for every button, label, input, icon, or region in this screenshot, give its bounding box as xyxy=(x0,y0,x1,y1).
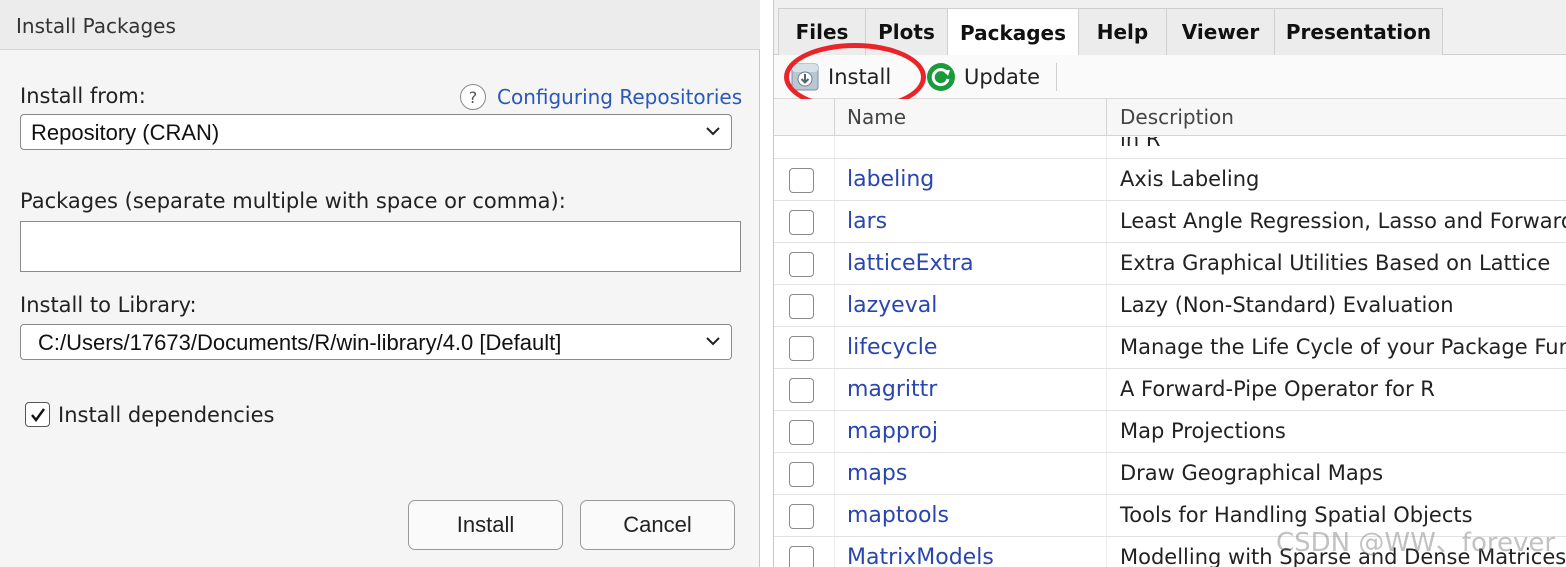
toolbar-separator xyxy=(1056,63,1057,91)
row-description: Tools for Handling Spatial Objects xyxy=(1120,503,1473,527)
configuring-repositories-link[interactable]: ? Configuring Repositories xyxy=(460,84,742,110)
library-select[interactable]: C:/Users/17673/Documents/R/win-library/4… xyxy=(20,324,732,360)
row-package-name[interactable]: lars xyxy=(847,209,887,234)
row-description: Extra Graphical Utilities Based on Latti… xyxy=(1120,251,1551,275)
install-dependencies-checkbox[interactable] xyxy=(25,402,50,427)
install-from-select[interactable]: Repository (CRAN) xyxy=(20,114,732,150)
row-checkbox[interactable] xyxy=(789,168,814,193)
row-checkbox[interactable] xyxy=(789,294,814,319)
row-package-name[interactable]: MatrixModels xyxy=(847,545,994,567)
row-checkbox[interactable] xyxy=(789,252,814,277)
row-description: A Forward-Pipe Operator for R xyxy=(1120,377,1435,401)
configuring-repositories-text: Configuring Repositories xyxy=(497,85,743,109)
tab-presentation[interactable]: Presentation xyxy=(1274,8,1443,55)
row-checkbox[interactable] xyxy=(789,420,814,445)
packages-toolbar: Install Update xyxy=(774,43,1566,111)
table-row: lazyeval Lazy (Non-Standard) Evaluation xyxy=(774,285,1566,327)
chevron-down-icon xyxy=(706,127,720,136)
checkmark-icon xyxy=(30,407,45,422)
column-header-description[interactable]: Description xyxy=(1120,105,1234,129)
row-checkbox[interactable] xyxy=(789,462,814,487)
table-row: maptools Tools for Handling Spatial Obje… xyxy=(774,495,1566,537)
row-description: Map Projections xyxy=(1120,419,1286,443)
table-row: latticeExtra Extra Graphical Utilities B… xyxy=(774,243,1566,285)
toolbar-update-label: Update xyxy=(964,65,1041,89)
dialog-titlebar[interactable]: Install Packages xyxy=(0,0,760,50)
packages-label: Packages (separate multiple with space o… xyxy=(20,189,566,213)
tab-packages[interactable]: Packages xyxy=(947,8,1079,56)
pane-tabbar: Files Plots Packages Help Viewer Present… xyxy=(774,0,1566,56)
row-checkbox[interactable] xyxy=(789,336,814,361)
packages-input[interactable] xyxy=(20,221,741,272)
cancel-button[interactable]: Cancel xyxy=(580,500,735,550)
row-package-name[interactable]: lifecycle xyxy=(847,335,937,360)
table-row: lifecycle Manage the Life Cycle of your … xyxy=(774,327,1566,369)
row-package-name[interactable]: maps xyxy=(847,461,907,486)
row-checkbox[interactable] xyxy=(789,210,814,235)
row-description: Draw Geographical Maps xyxy=(1120,461,1384,485)
toolbar-install-button[interactable]: Install xyxy=(784,43,926,111)
row-package-name[interactable]: magrittr xyxy=(847,377,937,402)
help-icon: ? xyxy=(460,84,486,110)
row-checkbox[interactable] xyxy=(789,504,814,529)
row-description: Axis Labeling xyxy=(1120,167,1260,191)
column-divider xyxy=(834,99,835,136)
tab-label: Viewer xyxy=(1181,20,1260,44)
refresh-icon xyxy=(927,63,955,91)
tab-viewer[interactable]: Viewer xyxy=(1166,8,1275,55)
row-package-name[interactable]: mapproj xyxy=(847,419,938,444)
column-header-name[interactable]: Name xyxy=(847,105,906,129)
row-description: Lazy (Non-Standard) Evaluation xyxy=(1120,293,1454,317)
chevron-down-icon xyxy=(706,337,720,346)
table-row: lars Least Angle Regression, Lasso and F… xyxy=(774,201,1566,243)
tab-label: Files xyxy=(795,20,849,44)
table-row: magrittr A Forward-Pipe Operator for R xyxy=(774,369,1566,411)
install-packages-dialog: Install Packages Install from: ? Configu… xyxy=(0,0,760,567)
install-dependencies-row[interactable]: Install dependencies xyxy=(25,402,275,427)
row-description: in R xyxy=(1120,137,1161,151)
install-button[interactable]: Install xyxy=(408,500,563,550)
tab-help[interactable]: Help xyxy=(1078,8,1167,55)
tab-label: Plots xyxy=(878,20,935,44)
row-description: Modelling with Sparse and Dense Matrices xyxy=(1120,545,1566,567)
row-checkbox[interactable] xyxy=(789,378,814,403)
row-package-name[interactable]: lazyeval xyxy=(847,293,937,318)
table-row: labeling Axis Labeling xyxy=(774,159,1566,201)
column-divider xyxy=(1106,99,1107,136)
install-dependencies-label: Install dependencies xyxy=(58,402,275,427)
row-checkbox[interactable] xyxy=(789,546,814,567)
row-package-name[interactable]: maptools xyxy=(847,503,949,528)
package-list: in R labeling Axis Labeling lars Least A… xyxy=(774,137,1566,567)
toolbar-update-button[interactable]: Update xyxy=(926,61,1040,93)
table-row-partial: in R xyxy=(774,137,1566,159)
tab-label: Help xyxy=(1096,20,1149,44)
row-description: Manage the Life Cycle of your Package Fu… xyxy=(1120,335,1566,359)
library-value: C:/Users/17673/Documents/R/win-library/4… xyxy=(38,330,562,355)
dialog-title: Install Packages xyxy=(16,14,176,38)
packages-pane: Files Plots Packages Help Viewer Present… xyxy=(773,0,1566,567)
table-row: MatrixModels Modelling with Sparse and D… xyxy=(774,537,1566,567)
row-package-name[interactable]: labeling xyxy=(847,167,934,192)
row-description: Least Angle Regression, Lasso and Forwar… xyxy=(1120,209,1566,233)
install-to-library-label: Install to Library: xyxy=(20,293,197,317)
table-row: maps Draw Geographical Maps xyxy=(774,453,1566,495)
install-from-label: Install from: xyxy=(20,84,146,108)
table-header: Name Description xyxy=(774,99,1566,136)
install-from-value: Repository (CRAN) xyxy=(31,120,220,145)
tab-label: Presentation xyxy=(1285,20,1432,44)
row-package-name[interactable]: latticeExtra xyxy=(847,251,974,276)
tab-label: Packages xyxy=(959,20,1067,45)
table-row: mapproj Map Projections xyxy=(774,411,1566,453)
